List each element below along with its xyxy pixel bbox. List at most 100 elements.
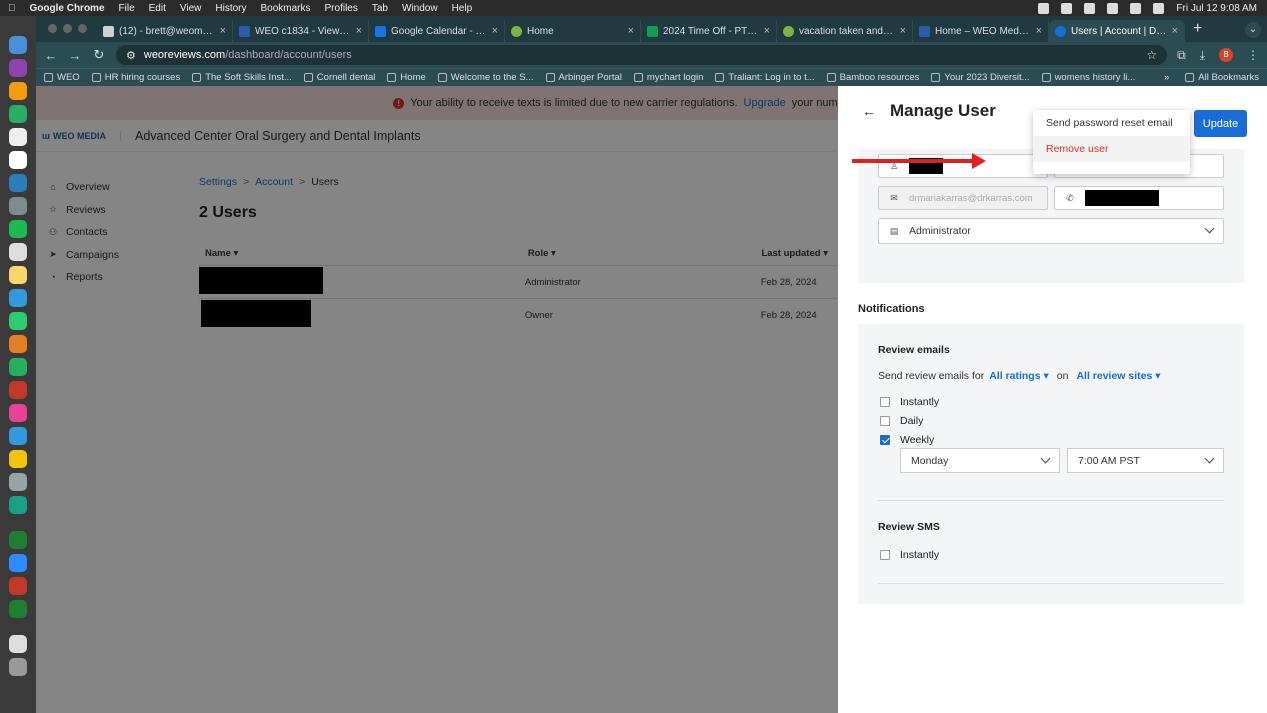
extensions-icon[interactable]: ⧉ [1177,48,1186,63]
close-tab-icon[interactable]: × [1036,25,1042,37]
menubar-bookmarks[interactable]: Bookmarks [261,3,311,14]
menubar-app-name[interactable]: Google Chrome [30,3,105,14]
calculator-icon[interactable] [9,473,27,491]
zoom-icon[interactable] [9,554,27,572]
bookmark-item[interactable]: Welcome to the S... [437,72,534,83]
option-daily[interactable]: Daily [880,415,923,427]
wps-icon[interactable] [9,381,27,399]
reload-icon[interactable]: ↻ [92,47,106,63]
bookmark-item[interactable]: Your 2023 Diversit... [931,72,1030,83]
back-arrow-icon[interactable]: ← [862,103,876,119]
control-center-icon[interactable] [1153,2,1165,14]
close-tab-icon[interactable]: × [628,25,634,37]
close-tab-icon[interactable]: × [764,25,770,37]
bookmark-star-icon[interactable]: ☆ [1146,48,1157,62]
back-icon[interactable]: ← [44,48,58,63]
launchpad-icon[interactable] [9,59,27,77]
mail-icon[interactable] [9,289,27,307]
download-icon[interactable]: ⤓ [1200,48,1205,63]
close-tab-icon[interactable]: × [220,25,226,37]
tab-search-button[interactable]: ⌄ [1245,22,1261,38]
address-bar[interactable]: ⚙ weoreviews.com/dashboard/account/users… [116,45,1168,65]
bookmark-item[interactable]: Bamboo resources [826,72,919,83]
tab-active[interactable]: Users | Account | Dashb× [1049,20,1185,42]
more-bookmarks-icon[interactable]: » [1164,72,1169,83]
numbers-icon[interactable] [9,358,27,376]
app-icon[interactable] [9,600,27,618]
reminders-icon[interactable] [9,151,27,169]
modal-backdrop[interactable] [36,86,838,713]
forward-icon[interactable]: → [68,48,82,63]
all-bookmarks[interactable]: All Bookmarks [1185,72,1259,83]
facetime-icon[interactable] [9,105,27,123]
checkbox[interactable] [880,550,890,560]
bookmark-item[interactable]: WEO [44,72,80,83]
bookmark-item[interactable]: mychart login [633,72,703,83]
checkbox[interactable] [880,397,890,407]
app-icon[interactable] [9,531,27,549]
bookmark-item[interactable]: Home [387,72,426,83]
photos-icon[interactable] [9,82,27,100]
minimize-window-button[interactable] [63,24,72,33]
zoom-window-button[interactable] [78,24,87,33]
notes-icon[interactable] [9,266,27,284]
update-button[interactable]: Update [1194,110,1247,137]
remove-user-option[interactable]: Remove user [1033,136,1190,162]
ratings-filter-dropdown[interactable]: All ratings ▾ [989,370,1049,382]
send-password-reset-option[interactable]: Send password reset email [1033,110,1190,136]
option-weekly[interactable]: Weekly [880,434,934,446]
bookmark-item[interactable]: womens history li... [1041,72,1135,83]
chrome-menu-icon[interactable]: ⋮ [1247,48,1259,62]
app-store-icon[interactable] [9,174,27,192]
pages-icon[interactable] [9,335,27,353]
weekly-day-select[interactable]: Monday [900,448,1060,473]
close-tab-icon[interactable]: × [1172,25,1178,37]
messages-icon[interactable] [9,312,27,330]
profile-avatar[interactable]: B [1219,48,1233,62]
sites-filter-dropdown[interactable]: All review sites ▾ [1076,370,1160,382]
checkbox[interactable] [880,416,890,426]
bookmark-item[interactable]: The Soft Skills Inst... [192,72,292,83]
menubar-profiles[interactable]: Profiles [325,3,358,14]
wps-icon[interactable] [9,577,27,595]
menubar-edit[interactable]: Edit [149,3,166,14]
site-info-icon[interactable]: ⚙ [126,49,136,62]
finder-icon[interactable] [9,36,27,54]
weekly-time-select[interactable]: 7:00 AM PST [1067,448,1224,473]
menubar-help[interactable]: Help [452,3,473,14]
new-tab-button[interactable]: + [1185,20,1210,42]
settings-icon[interactable] [9,197,27,215]
safari-icon[interactable] [9,427,27,445]
role-select[interactable]: ▤ Administrator [878,218,1224,244]
menubar-view[interactable]: View [180,3,202,14]
trash-icon[interactable] [9,658,27,676]
tab[interactable]: Google Calendar - Tues × [369,20,505,42]
slack-icon[interactable] [9,404,27,422]
apple-icon[interactable]:  [8,3,16,14]
menubar-tab[interactable]: Tab [372,3,388,14]
menubar-window[interactable]: Window [402,3,438,14]
tab[interactable]: (12) - brett@weomedia. × [97,20,233,42]
tab[interactable]: vacation taken and sch × [777,20,913,42]
clock-icon[interactable] [9,243,27,261]
bookmark-item[interactable]: Traliant: Log in to t... [715,72,815,83]
close-tab-icon[interactable]: × [900,25,906,37]
close-tab-icon[interactable]: × [492,25,498,37]
option-instantly[interactable]: Instantly [880,396,939,408]
tray-icon[interactable] [1061,2,1073,14]
menubar-file[interactable]: File [119,3,135,14]
calendar-icon[interactable] [9,128,27,146]
bookmark-item[interactable]: Cornell dental [303,72,375,83]
close-tab-icon[interactable]: × [356,25,362,37]
menubar-clock[interactable]: Fri Jul 12 9:08 AM [1176,3,1257,14]
checkbox-checked[interactable] [880,435,890,445]
tray-icon[interactable] [1084,2,1096,14]
tray-icon[interactable] [1038,2,1050,14]
close-window-button[interactable] [48,24,57,33]
document-icon[interactable] [9,635,27,653]
spotify-icon[interactable] [9,220,27,238]
menubar-history[interactable]: History [215,3,246,14]
chrome-icon[interactable] [9,450,27,468]
phone-field[interactable]: ✆ [1054,186,1224,210]
search-icon[interactable] [1130,2,1142,14]
